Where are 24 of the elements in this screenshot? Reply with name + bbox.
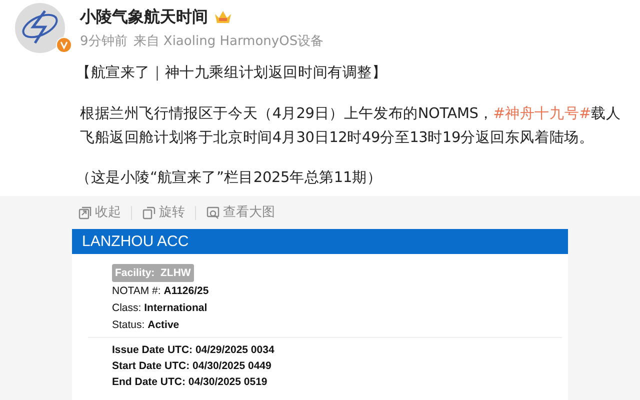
- crown-icon: [214, 10, 232, 24]
- notam-date: End Date UTC: 04/30/2025 0519: [112, 375, 268, 390]
- collapse-icon: [78, 206, 92, 220]
- image-action-button[interactable]: 旋转: [142, 203, 185, 223]
- notam-field: NOTAM #: A1126/25: [112, 283, 562, 299]
- image-zoom-icon: [206, 206, 220, 220]
- facility-badge: Facility: ZLHW: [112, 264, 194, 282]
- post-title: 【航宣来了｜神十九乘组计划返回时间有调整】: [76, 64, 388, 83]
- notam-field: Status: Active: [112, 317, 562, 333]
- verified-badge-icon: [56, 37, 72, 53]
- notam-header: LANZHOU ACC: [82, 234, 189, 249]
- image-action-button[interactable]: 收起: [78, 203, 121, 223]
- rotate-icon: [142, 206, 156, 220]
- post-time: 9分钟前: [80, 33, 128, 51]
- post-source: 来自 Xiaoling HarmonyOS设备: [133, 33, 324, 51]
- post-paragraph: 根据兰州飞行情报区于今天（4月29日）上午发布的NOTAMS，#神舟十九号#载人飞船返回舱计划将于北京时间4月30日12时49分至13时19分返回东风着陆场。: [80, 104, 622, 148]
- notam-date: Issue Date UTC: 04/29/2025 0034: [112, 343, 276, 358]
- image-action-button[interactable]: 查看大图: [206, 203, 275, 223]
- avatar-logo: [15, 3, 65, 53]
- author-name[interactable]: 小陵气象航天时间: [80, 5, 208, 29]
- notam-date: Start Date UTC: 04/30/2025 0449: [112, 359, 272, 374]
- hashtag-link[interactable]: #神舟十九号#: [493, 106, 592, 122]
- notam-field: Class: International: [112, 300, 562, 316]
- post-note: （这是小陵“航宣来了”栏目2025年总第11期）: [76, 168, 383, 188]
